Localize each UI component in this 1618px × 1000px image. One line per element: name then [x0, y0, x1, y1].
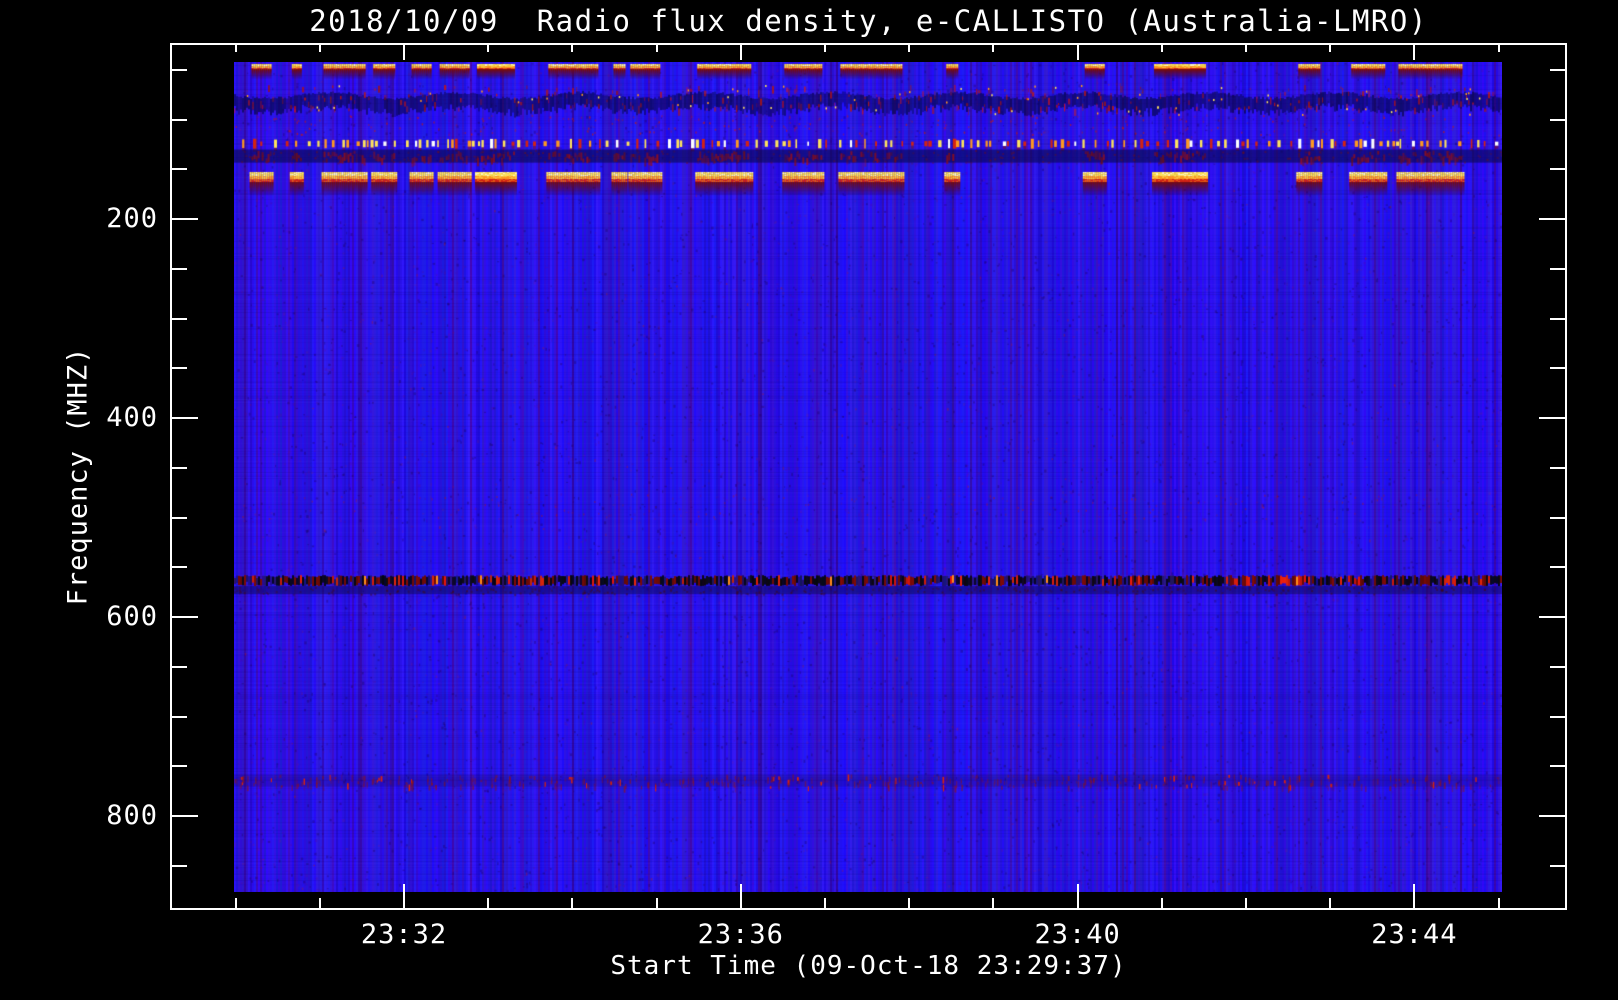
x-tick-label: 23:36 — [697, 919, 784, 950]
x-axis-label: Start Time (09-Oct-18 23:29:37) — [610, 951, 1127, 981]
x-tick-label: 23:40 — [1034, 919, 1121, 950]
x-tick-label: 23:44 — [1371, 919, 1458, 950]
spectrogram-page: 2018/10/09 Radio flux density, e-CALLIST… — [0, 0, 1618, 1000]
y-axis-label: Frequency (MHZ) — [62, 346, 94, 606]
chart-title: 2018/10/09 Radio flux density, e-CALLIST… — [309, 4, 1428, 38]
x-tick-label: 23:32 — [360, 919, 448, 950]
y-tick-label: 200 — [106, 203, 158, 234]
y-tick-label: 800 — [106, 800, 158, 831]
spectrogram-canvas — [234, 62, 1502, 892]
